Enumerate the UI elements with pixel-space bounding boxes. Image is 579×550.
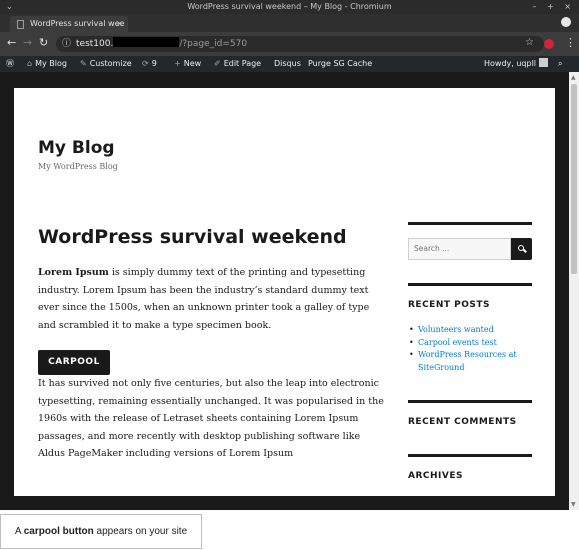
carpool-button[interactable]: CARPOOL: [38, 350, 110, 375]
forward-arrow-icon[interactable]: →: [23, 36, 32, 49]
recent-comments-title: RECENT COMMENTS: [408, 417, 517, 427]
admin-customize[interactable]: ✎ Customize: [80, 56, 132, 72]
info-icon[interactable]: ⓘ: [62, 36, 71, 52]
window-title-bar: ⌄ WordPress survival weekend – My Blog -…: [0, 0, 579, 14]
scroll-down-icon[interactable]: ▼: [571, 501, 576, 508]
admin-disqus[interactable]: Disqus: [274, 56, 301, 72]
url-input[interactable]: ⓘ test100. /?page_id=570: [56, 36, 544, 52]
admin-edit-page[interactable]: ✐ Edit Page: [214, 56, 261, 72]
close-tab-icon[interactable]: ×: [116, 16, 123, 32]
post-paragraph-2: It has survived not only five centuries,…: [38, 378, 384, 459]
para1-bold: Lorem Ipsum: [38, 267, 109, 278]
scrollbar-thumb[interactable]: [571, 84, 577, 274]
page-icon: [17, 20, 24, 29]
address-bar: ← → ↻ ⓘ test100. /?page_id=570 ☆ ⋮: [0, 32, 579, 56]
extension-icon[interactable]: [544, 39, 554, 49]
caption-bold: carpool button: [23, 526, 94, 537]
post-paragraph-1: Lorem Ipsum is simply dummy text of the …: [38, 264, 388, 334]
wordpress-logo-icon[interactable]: Ⓦ: [6, 56, 14, 72]
window-controls[interactable]: – + ×: [533, 0, 576, 14]
kebab-menu-icon[interactable]: ⋮: [565, 36, 576, 49]
bookmark-star-icon[interactable]: ☆: [525, 37, 534, 48]
redacted-block: [113, 37, 180, 47]
chevron-down-icon[interactable]: ⌄: [6, 0, 13, 14]
browser-tab[interactable]: WordPress survival wee ×: [10, 16, 128, 32]
url-path: /?page_id=570: [179, 39, 248, 49]
reload-icon[interactable]: ↻: [39, 36, 48, 49]
tab-strip: WordPress survival wee ×: [0, 14, 579, 32]
vertical-scrollbar[interactable]: ▲ ▼: [569, 72, 579, 510]
search-input[interactable]: Search ...: [408, 238, 511, 260]
site-page: My Blog My WordPress Blog WordPress surv…: [14, 88, 555, 496]
dashboard-icon: ⌂: [27, 59, 33, 68]
wp-admin-bar: Ⓦ ⌂ My Blog ✎ Customize ⟳ 9 + New ✐ Edit Page…: [0, 56, 579, 72]
archives-title: ARCHIVES: [408, 471, 463, 481]
list-item[interactable]: Volunteers wanted: [408, 324, 532, 337]
scroll-up-icon[interactable]: ▲: [571, 74, 576, 81]
pencil-icon: ✐: [214, 59, 221, 68]
recent-posts-list: Volunteers wanted Carpool events test Wo…: [408, 324, 532, 374]
search-icon-handle: [523, 248, 527, 253]
avatar: [539, 58, 549, 67]
admin-new[interactable]: + New: [174, 56, 201, 72]
window-title: WordPress survival weekend – My Blog - C…: [187, 2, 392, 11]
search-icon[interactable]: ⌕: [558, 56, 562, 72]
widget-divider: [408, 222, 532, 225]
widget-divider: [408, 283, 532, 286]
update-icon: ⟳: [142, 59, 149, 68]
admin-my-blog[interactable]: ⌂ My Blog: [27, 56, 67, 72]
tab-title: WordPress survival wee: [30, 19, 125, 28]
admin-howdy[interactable]: Howdy, uqpll: [484, 56, 549, 72]
caption: A carpool button appears on your site: [0, 514, 202, 549]
back-arrow-icon[interactable]: ←: [7, 36, 16, 49]
site-description: My WordPress Blog: [38, 162, 118, 171]
profile-icon[interactable]: [561, 17, 571, 27]
widget-divider: [408, 400, 532, 403]
plus-icon: +: [174, 59, 181, 68]
search-button[interactable]: [511, 238, 532, 260]
list-item[interactable]: WordPress Resources at SiteGround: [408, 349, 532, 374]
admin-purge-cache[interactable]: Purge SG Cache: [308, 56, 372, 72]
recent-posts-title: RECENT POSTS: [408, 300, 490, 310]
url-host: test100.: [76, 39, 114, 49]
widget-divider: [408, 454, 532, 457]
brush-icon: ✎: [80, 59, 87, 68]
admin-updates[interactable]: ⟳ 9: [142, 56, 157, 72]
site-title[interactable]: My Blog: [38, 138, 115, 158]
list-item[interactable]: Carpool events test: [408, 337, 532, 350]
post-title: WordPress survival weekend: [38, 226, 347, 248]
